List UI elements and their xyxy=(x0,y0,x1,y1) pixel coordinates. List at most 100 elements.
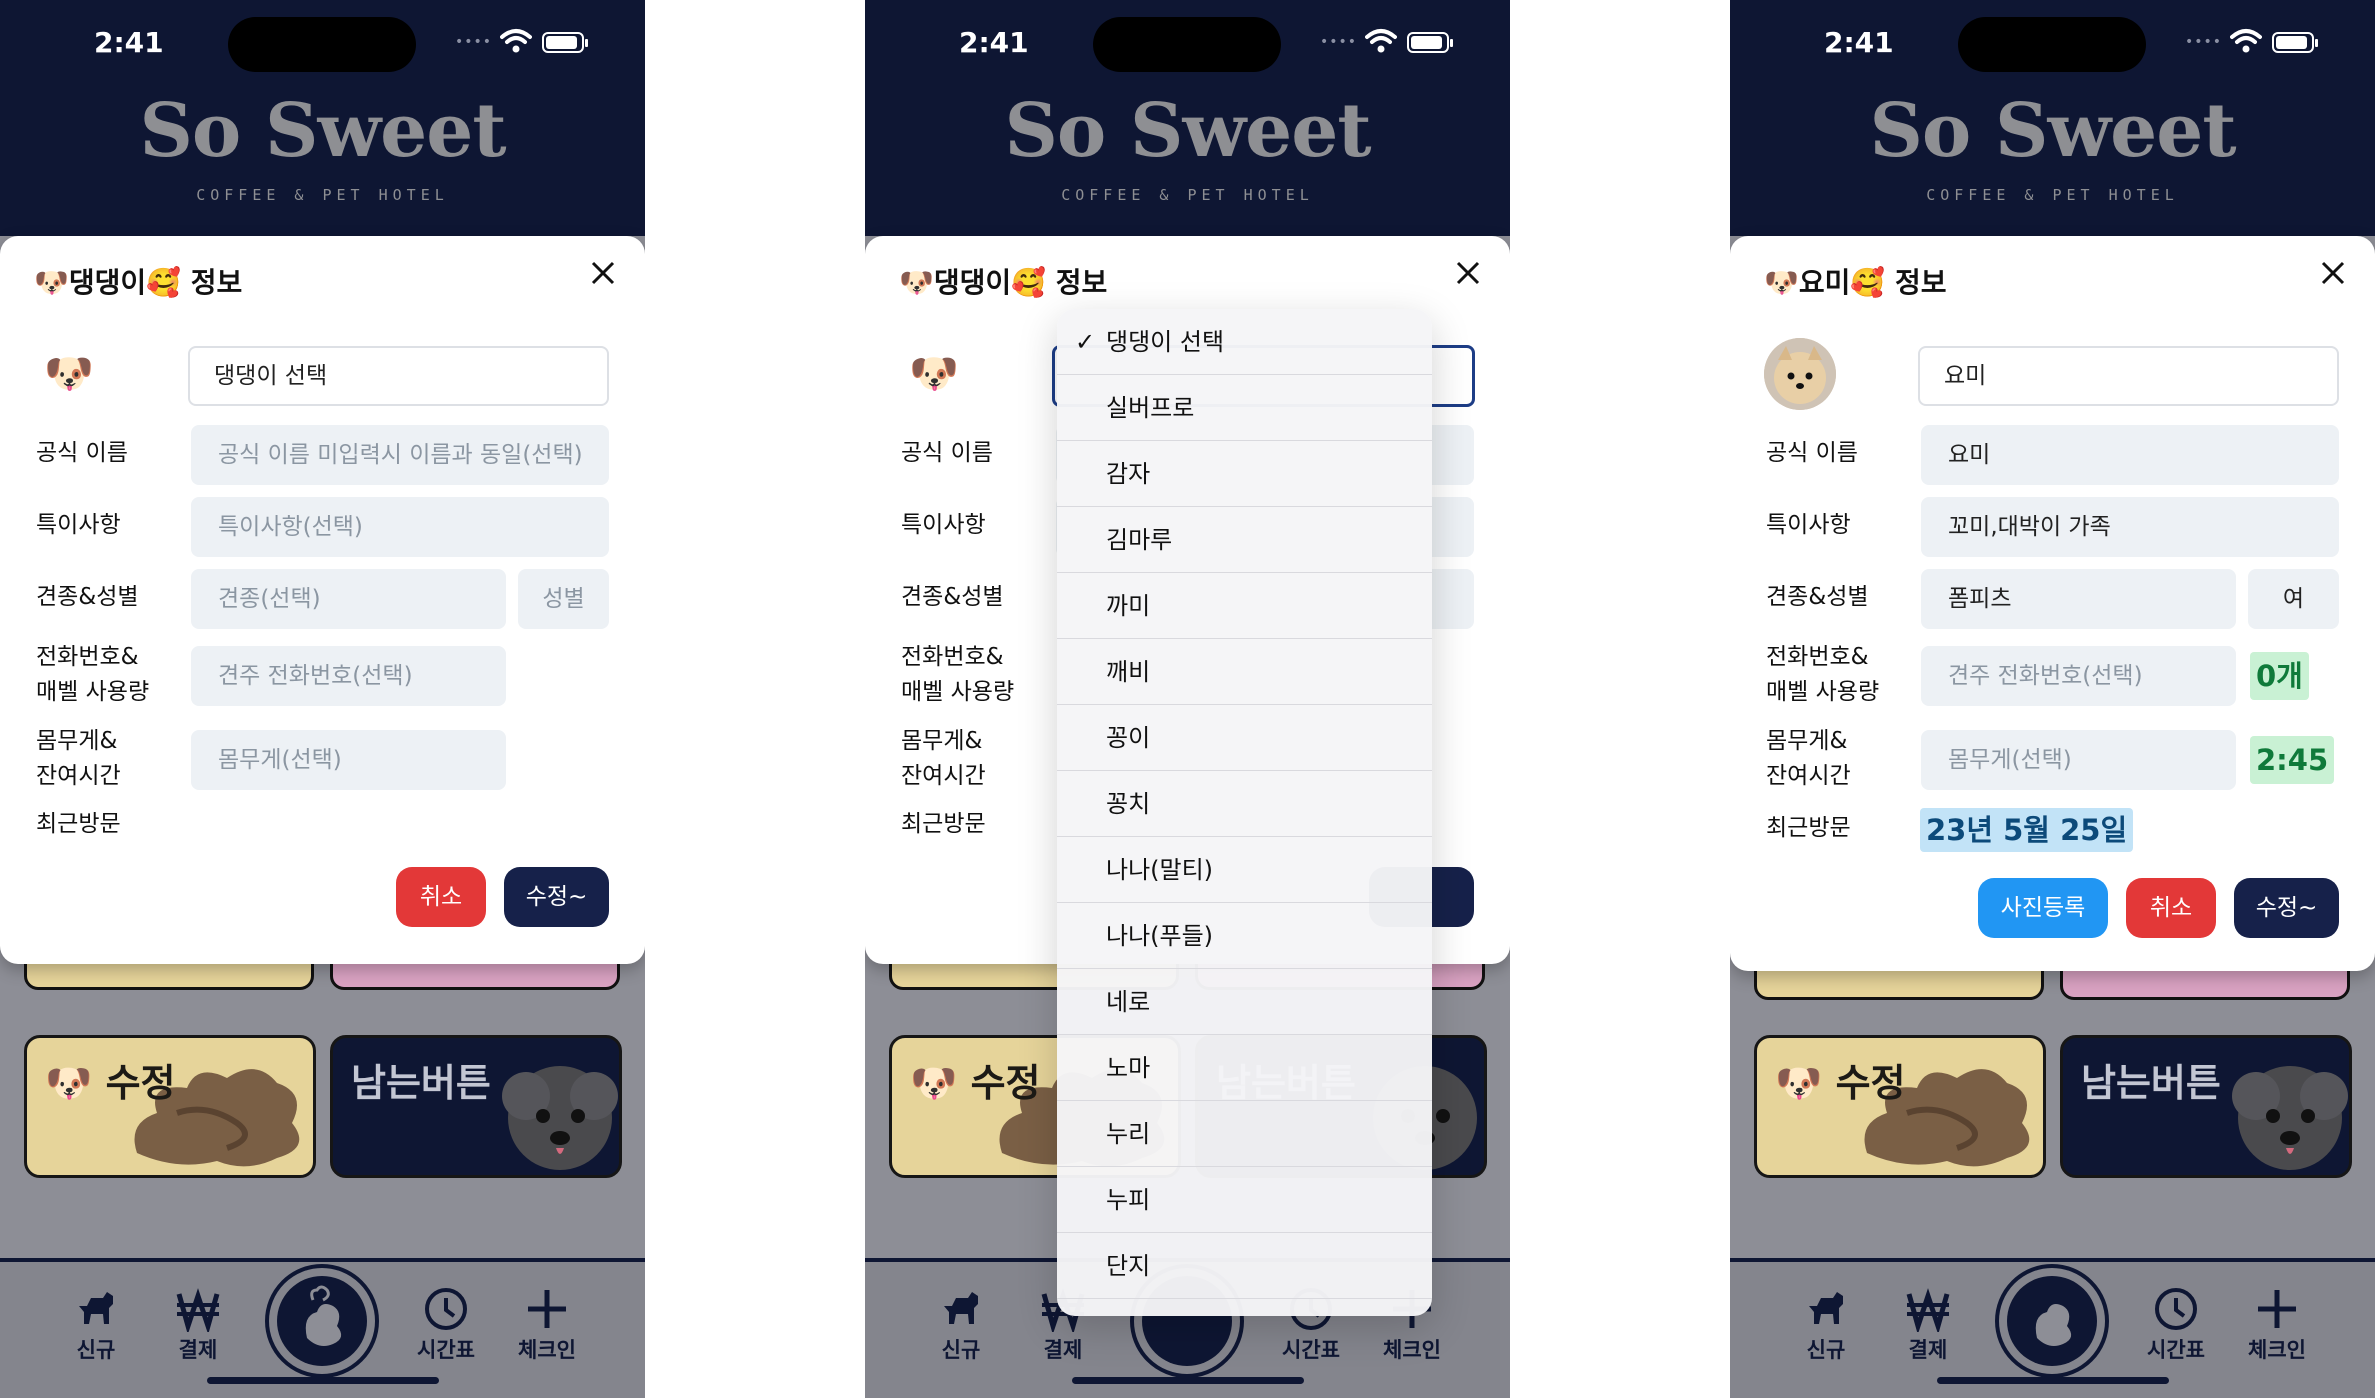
modal-title: 🐶댕댕이🥰 정보 xyxy=(34,266,243,299)
photo-upload-button[interactable]: 사진등록 xyxy=(1978,878,2108,938)
brand-tagline: COFFEE & PET HOTEL xyxy=(1061,186,1314,204)
label-bell-usage: 매벨 사용량 xyxy=(36,679,150,705)
dropdown-option[interactable]: 누피 xyxy=(1057,1167,1432,1233)
dog-photo[interactable] xyxy=(1764,338,1836,410)
close-icon[interactable] xyxy=(588,258,618,288)
tab-schedule[interactable]: 시간표 xyxy=(2131,1286,2221,1364)
brand-logo: So Sweet xyxy=(1004,88,1371,174)
edit-button[interactable]: 수정~ xyxy=(2234,878,2339,938)
tab-checkin[interactable]: 체크인 xyxy=(2232,1286,2322,1364)
close-icon[interactable] xyxy=(2318,258,2348,288)
tab-checkin[interactable]: 체크인 xyxy=(502,1286,592,1364)
center-home-button[interactable] xyxy=(1995,1264,2109,1378)
cancel-button[interactable]: 취소 xyxy=(2126,878,2216,938)
bell-usage-badge: 0개 xyxy=(2250,652,2309,700)
status-time: 2:41 xyxy=(94,26,164,59)
clock-icon xyxy=(425,1288,467,1330)
label-notes: 특이사항 xyxy=(901,512,986,538)
app-header: So Sweet COFFEE & PET HOTEL xyxy=(0,86,645,236)
breed-input[interactable]: 견종(선택) xyxy=(191,569,506,629)
poodle-image xyxy=(2232,1066,2348,1170)
dog-face-icon: 🐶 xyxy=(44,351,94,397)
dog-face-icon: 🐶 xyxy=(910,1061,958,1105)
battery-icon xyxy=(542,32,588,53)
brand-logo: So Sweet xyxy=(139,88,506,174)
edit-button[interactable]: 수정~ xyxy=(504,867,609,927)
brand-tagline: COFFEE & PET HOTEL xyxy=(196,186,449,204)
tab-payment[interactable]: 결제 xyxy=(153,1286,243,1364)
app-header: So Sweet COFFEE & PET HOTEL xyxy=(865,86,1510,236)
official-name-input[interactable]: 공식 이름 미입력시 이름과 동일(선택) xyxy=(191,425,609,485)
dog-select[interactable]: 요미 xyxy=(1918,346,2339,406)
weight-input[interactable]: 몸무게(선택) xyxy=(1921,730,2236,790)
dropdown-option[interactable]: 감자 xyxy=(1057,441,1432,507)
status-time: 2:41 xyxy=(1824,26,1894,59)
label-phone: 전화번호& xyxy=(1766,644,1869,670)
remaining-button-card[interactable]: 남는버튼 xyxy=(2060,1035,2352,1178)
dropdown-option[interactable]: 누리 xyxy=(1057,1101,1432,1167)
gender-select[interactable]: 여 xyxy=(2248,569,2339,629)
phone-screen-3: 2:41 •••• So Sweet COFFEE & PET HOTEL 🐶 … xyxy=(1730,0,2375,1398)
dog-select[interactable]: 댕댕이 선택 xyxy=(188,346,609,406)
remaining-button-card[interactable]: 남는버튼 xyxy=(330,1035,622,1178)
label-phone: 전화번호& xyxy=(36,644,139,670)
checkmark-icon: ✓ xyxy=(1075,328,1096,356)
status-time: 2:41 xyxy=(959,26,1029,59)
center-home-button[interactable] xyxy=(265,1264,379,1378)
card-label-edit: 수정 xyxy=(105,1061,176,1105)
tab-payment[interactable]: 결제 xyxy=(1883,1286,1973,1364)
clock-icon xyxy=(2155,1288,2197,1330)
label-notes: 특이사항 xyxy=(1766,512,1851,538)
official-name-input[interactable]: 요미 xyxy=(1921,425,2339,485)
gender-select[interactable]: 성별 xyxy=(518,569,609,629)
status-bar: 2:41 •••• xyxy=(1730,0,2375,86)
wifi-icon xyxy=(2230,29,2262,53)
label-notes: 특이사항 xyxy=(36,512,121,538)
battery-icon xyxy=(1407,32,1453,53)
dynamic-island xyxy=(1093,17,1281,72)
status-bar: 2:41 •••• xyxy=(0,0,645,86)
card-label-edit: 수정 xyxy=(970,1061,1041,1105)
label-breed-gender: 견종&성별 xyxy=(901,584,1004,610)
dropdown-option[interactable]: 실버프로 xyxy=(1057,375,1432,441)
tab-new[interactable]: 신규 xyxy=(916,1286,1006,1364)
battery-icon xyxy=(2272,32,2318,53)
poodle-image xyxy=(502,1066,618,1170)
tab-new[interactable]: 신규 xyxy=(51,1286,141,1364)
dropdown-option[interactable]: 단지 xyxy=(1057,1233,1432,1299)
phone-screen-1: 2:41 •••• So Sweet COFFEE & PET HOTEL 🐶 … xyxy=(0,0,645,1398)
edit-card[interactable]: 🐶 수정 xyxy=(24,1035,316,1178)
dropdown-option[interactable]: 꽁이 xyxy=(1057,705,1432,771)
dropdown-option[interactable]: 나나(푸들) xyxy=(1057,903,1432,969)
label-remaining-time: 잔여시간 xyxy=(1766,763,1851,789)
label-weight: 몸무게& xyxy=(36,728,118,754)
notes-input[interactable]: 특이사항(선택) xyxy=(191,497,609,557)
modal-title: 🐶댕댕이🥰 정보 xyxy=(899,266,1108,299)
cancel-button[interactable]: 취소 xyxy=(396,867,486,927)
phone-input[interactable]: 견주 전화번호(선택) xyxy=(191,646,506,706)
dropdown-option[interactable]: 나나(말티) xyxy=(1057,837,1432,903)
dropdown-option[interactable]: 까미 xyxy=(1057,573,1432,639)
tab-schedule[interactable]: 시간표 xyxy=(401,1286,491,1364)
dog-info-modal: 🐶댕댕이🥰 정보 🐶 댕댕이 선택 공식 이름 공식 이름 미입력시 이름과 동… xyxy=(0,236,645,964)
weight-input[interactable]: 몸무게(선택) xyxy=(191,730,506,790)
brand-tagline: COFFEE & PET HOTEL xyxy=(1926,186,2179,204)
dropdown-option[interactable]: 노마 xyxy=(1057,1035,1432,1101)
dropdown-option[interactable]: 김마루 xyxy=(1057,507,1432,573)
label-official-name: 공식 이름 xyxy=(901,440,993,466)
label-official-name: 공식 이름 xyxy=(1766,440,1858,466)
breed-input[interactable]: 폼피츠 xyxy=(1921,569,2236,629)
phone-input[interactable]: 견주 전화번호(선택) xyxy=(1921,646,2236,706)
dropdown-option-selected[interactable]: 댕댕이 선택 ✓ xyxy=(1057,309,1432,375)
home-indicator xyxy=(1937,1377,2169,1384)
notes-input[interactable]: 꼬미,대박이 가족 xyxy=(1921,497,2339,557)
dynamic-island xyxy=(228,17,416,72)
dropdown-option[interactable]: 깨비 xyxy=(1057,639,1432,705)
label-last-visit: 최근방문 xyxy=(901,811,986,837)
dropdown-option[interactable]: 꽁치 xyxy=(1057,771,1432,837)
label-bell-usage: 매벨 사용량 xyxy=(1766,679,1880,705)
dropdown-option[interactable]: 네로 xyxy=(1057,969,1432,1035)
edit-card[interactable]: 🐶 수정 xyxy=(1754,1035,2046,1178)
close-icon[interactable] xyxy=(1453,258,1483,288)
tab-new[interactable]: 신규 xyxy=(1781,1286,1871,1364)
